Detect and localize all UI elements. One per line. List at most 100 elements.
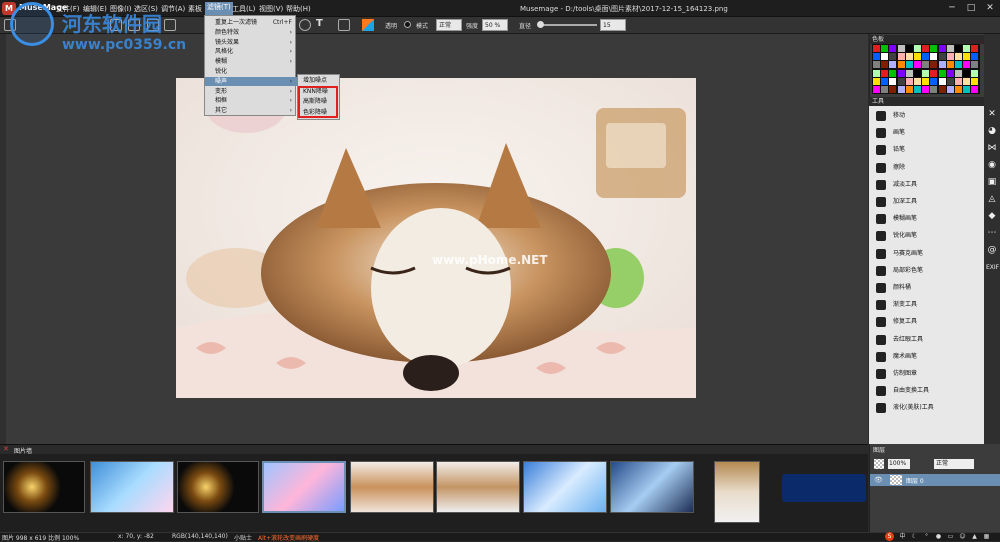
- color-swatch[interactable]: [905, 86, 913, 93]
- gallery-thumb[interactable]: [523, 461, 607, 513]
- color-swatch[interactable]: [881, 53, 889, 61]
- color-swatch[interactable]: [946, 86, 954, 93]
- brush-dot-icon[interactable]: [404, 21, 411, 28]
- color-swatch[interactable]: [897, 77, 905, 85]
- color-swatch[interactable]: [963, 69, 971, 77]
- shirt-icon[interactable]: ▲: [970, 532, 979, 541]
- color-swatch[interactable]: [914, 69, 921, 77]
- filter-menu-item[interactable]: 模糊 ›: [205, 57, 297, 66]
- tool-item[interactable]: 局部彩色笔: [869, 262, 984, 279]
- maximize-icon[interactable]: □: [963, 1, 979, 15]
- microphone-icon[interactable]: ●: [934, 532, 943, 541]
- more-dots-icon[interactable]: ⋯: [986, 227, 998, 239]
- filter-menu-item[interactable]: 风格化 ›: [205, 47, 297, 56]
- color-swatch[interactable]: [889, 45, 897, 52]
- filter-menu-item[interactable]: 颜色特效 ›: [205, 28, 297, 37]
- strength-select[interactable]: 50 %: [482, 19, 508, 31]
- layers-toggle-icon[interactable]: [338, 19, 350, 31]
- mode-select[interactable]: 正常: [436, 19, 462, 31]
- color-swatch[interactable]: [938, 53, 946, 61]
- color-swatch[interactable]: [930, 61, 938, 69]
- filter-menu-item[interactable]: 噪声 ›: [205, 76, 297, 86]
- eye-icon[interactable]: 👁: [874, 476, 883, 484]
- color-swatch[interactable]: [955, 53, 962, 61]
- diamond-icon[interactable]: ◆: [986, 210, 998, 222]
- color-swatch[interactable]: [930, 53, 938, 61]
- color-swatch[interactable]: [914, 53, 921, 61]
- color-swatch[interactable]: [873, 86, 880, 93]
- layer-opacity-input[interactable]: 100%: [888, 459, 910, 469]
- color-swatch[interactable]: [905, 61, 913, 69]
- color-swatch[interactable]: [955, 45, 962, 52]
- color-swatch[interactable]: [922, 61, 930, 69]
- color-swatch[interactable]: [905, 69, 913, 77]
- color-swatch[interactable]: [963, 86, 971, 93]
- color-swatch[interactable]: [938, 45, 946, 52]
- cross-tools-icon[interactable]: ✕: [986, 108, 998, 120]
- menu-item[interactable]: 滤镜(T): [205, 2, 233, 15]
- tool-item[interactable]: 仿制图章: [869, 365, 984, 382]
- tool-item[interactable]: 模糊画笔: [869, 210, 984, 227]
- size-slider-knob[interactable]: [537, 21, 544, 28]
- color-swatch[interactable]: [971, 53, 979, 61]
- menu-item[interactable]: 工具(L): [232, 4, 255, 14]
- color-swatch[interactable]: [963, 77, 971, 85]
- color-swatch[interactable]: [955, 86, 962, 93]
- filter-menu-item[interactable]: 变形 ›: [205, 87, 297, 96]
- color-swatch[interactable]: [914, 45, 921, 52]
- color-swatch[interactable]: [922, 77, 930, 85]
- color-swatch[interactable]: [938, 61, 946, 69]
- tool-item[interactable]: 铅笔: [869, 141, 984, 158]
- tool-item[interactable]: 液化(美肤)工具: [869, 399, 984, 416]
- filter-menu-item[interactable]: 锐化: [205, 67, 297, 76]
- color-swatch[interactable]: [873, 69, 880, 77]
- color-swatch[interactable]: [946, 69, 954, 77]
- color-swatch[interactable]: [897, 86, 905, 93]
- tool-item[interactable]: 修复工具: [869, 313, 984, 330]
- color-swatch[interactable]: [922, 45, 930, 52]
- tool-item[interactable]: 减淡工具: [869, 176, 984, 193]
- tool-item[interactable]: 自由变换工具: [869, 382, 984, 399]
- color-swatch[interactable]: [922, 53, 930, 61]
- color-swatch[interactable]: [881, 45, 889, 52]
- color-swatch[interactable]: [971, 86, 979, 93]
- color-swatch[interactable]: [889, 53, 897, 61]
- color-swatch[interactable]: [938, 86, 946, 93]
- zoom-icon[interactable]: [299, 19, 311, 31]
- keyboard-icon[interactable]: ▭: [946, 532, 955, 541]
- layer-row[interactable]: 👁 图层 0: [870, 474, 1000, 486]
- color-swatch[interactable]: [881, 69, 889, 77]
- filter-menu-item[interactable]: 重复上一次滤镜 Ctrl+F: [205, 18, 297, 27]
- gallery-thumb[interactable]: [3, 461, 85, 513]
- tool-item[interactable]: 擦除: [869, 159, 984, 176]
- menu-item[interactable]: 帮助(H): [286, 4, 311, 14]
- close-icon[interactable]: ✕: [982, 1, 998, 15]
- color-swatch[interactable]: [946, 77, 954, 85]
- gallery-thumb[interactable]: [610, 461, 694, 513]
- color-swatch[interactable]: [938, 69, 946, 77]
- color-swatch[interactable]: [946, 53, 954, 61]
- color-swatch[interactable]: [873, 61, 880, 69]
- gallery-thumb[interactable]: [436, 461, 520, 513]
- at-icon[interactable]: @: [986, 244, 998, 256]
- menu-item[interactable]: 视图(V): [259, 4, 283, 14]
- size-input[interactable]: 15: [600, 19, 626, 31]
- person-icon[interactable]: ☺: [958, 532, 967, 541]
- color-swatch[interactable]: [873, 53, 880, 61]
- color-swatch[interactable]: [963, 45, 971, 52]
- tool-item[interactable]: 锐化画笔: [869, 227, 984, 244]
- input-method-icon[interactable]: S: [885, 532, 894, 541]
- gallery-thumb-selected[interactable]: [262, 461, 346, 513]
- drops-icon[interactable]: ◬: [986, 193, 998, 205]
- tool-item[interactable]: 颜料桶: [869, 279, 984, 296]
- color-swatch[interactable]: [946, 61, 954, 69]
- color-swatch[interactable]: [905, 53, 913, 61]
- tool-item[interactable]: 马赛克画笔: [869, 245, 984, 262]
- size-slider[interactable]: [539, 24, 597, 26]
- color-swatch[interactable]: [955, 69, 962, 77]
- color-swatch[interactable]: [914, 61, 921, 69]
- minimize-icon[interactable]: ─: [944, 1, 960, 15]
- color-swatch[interactable]: [881, 77, 889, 85]
- layer-mode-select[interactable]: 正常: [934, 459, 974, 469]
- color-swatch[interactable]: [897, 61, 905, 69]
